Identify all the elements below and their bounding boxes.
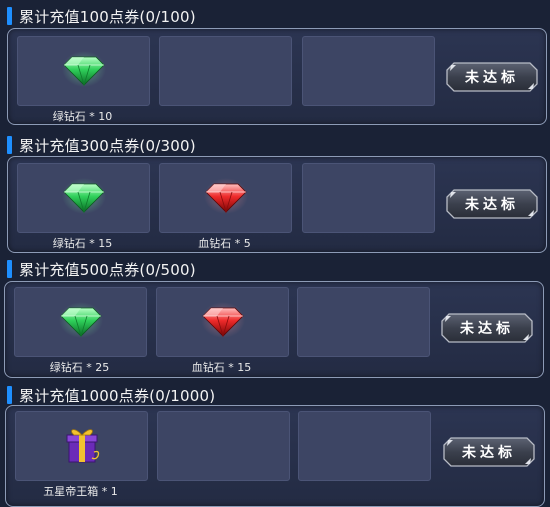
- claim-button-not-reached[interactable]: 未达标: [446, 62, 538, 92]
- green-diamond-icon: [62, 51, 106, 87]
- reward-slot[interactable]: [17, 163, 150, 233]
- empty-reward-slot: [302, 163, 435, 233]
- empty-reward-slot: [297, 287, 430, 357]
- reward-slot[interactable]: [156, 287, 289, 357]
- tier-header: 累计充值1000点券(0/1000): [0, 384, 550, 406]
- reward-label: 绿钻石 * 15: [52, 237, 113, 250]
- purple-gift-box-icon: [66, 429, 100, 463]
- header-accent-bar: [7, 386, 12, 404]
- claim-button-not-reached[interactable]: 未达标: [446, 189, 538, 219]
- green-diamond-icon: [62, 178, 106, 214]
- claim-button-not-reached[interactable]: 未达标: [441, 313, 533, 343]
- red-diamond-icon: [204, 178, 248, 214]
- tier-title: 累计充值100点券(0/100): [19, 7, 196, 26]
- tier-header: 累计充值300点券(0/300): [0, 134, 550, 156]
- empty-reward-slot: [159, 36, 292, 106]
- button-label: 未达标: [465, 197, 519, 213]
- green-diamond-icon: [59, 302, 103, 338]
- reward-panel: 绿钻石 * 25 血钻石 * 15 未达标: [4, 281, 544, 378]
- button-label: 未达标: [460, 321, 514, 337]
- tier-title: 累计充值300点券(0/300): [19, 136, 196, 155]
- reward-label: 血钻石 * 5: [198, 237, 251, 250]
- button-label: 未达标: [465, 70, 519, 86]
- reward-label: 绿钻石 * 10: [52, 110, 113, 123]
- reward-slot[interactable]: [17, 36, 150, 106]
- reward-slot[interactable]: [14, 287, 147, 357]
- tier-title: 累计充值500点券(0/500): [19, 260, 196, 279]
- reward-slot[interactable]: [159, 163, 292, 233]
- reward-panel: 绿钻石 * 10 未达标: [7, 28, 547, 125]
- header-accent-bar: [7, 260, 12, 278]
- reward-panel: 绿钻石 * 15 血钻石 * 5 未达标: [7, 156, 547, 253]
- red-diamond-icon: [201, 302, 245, 338]
- claim-button-not-reached[interactable]: 未达标: [443, 437, 535, 467]
- empty-reward-slot: [302, 36, 435, 106]
- button-label: 未达标: [462, 445, 516, 461]
- tier-header: 累计充值100点券(0/100): [0, 5, 550, 27]
- reward-label: 五星帝王箱 * 1: [43, 485, 118, 498]
- header-accent-bar: [7, 136, 12, 154]
- tier-title: 累计充值1000点券(0/1000): [19, 386, 216, 405]
- empty-reward-slot: [157, 411, 290, 481]
- tier-header: 累计充值500点券(0/500): [0, 258, 550, 280]
- reward-label: 绿钻石 * 25: [49, 361, 110, 374]
- reward-panel: 五星帝王箱 * 1 未达标: [5, 405, 545, 507]
- reward-slot[interactable]: [15, 411, 148, 481]
- reward-label: 血钻石 * 15: [191, 361, 252, 374]
- empty-reward-slot: [298, 411, 431, 481]
- header-accent-bar: [7, 7, 12, 25]
